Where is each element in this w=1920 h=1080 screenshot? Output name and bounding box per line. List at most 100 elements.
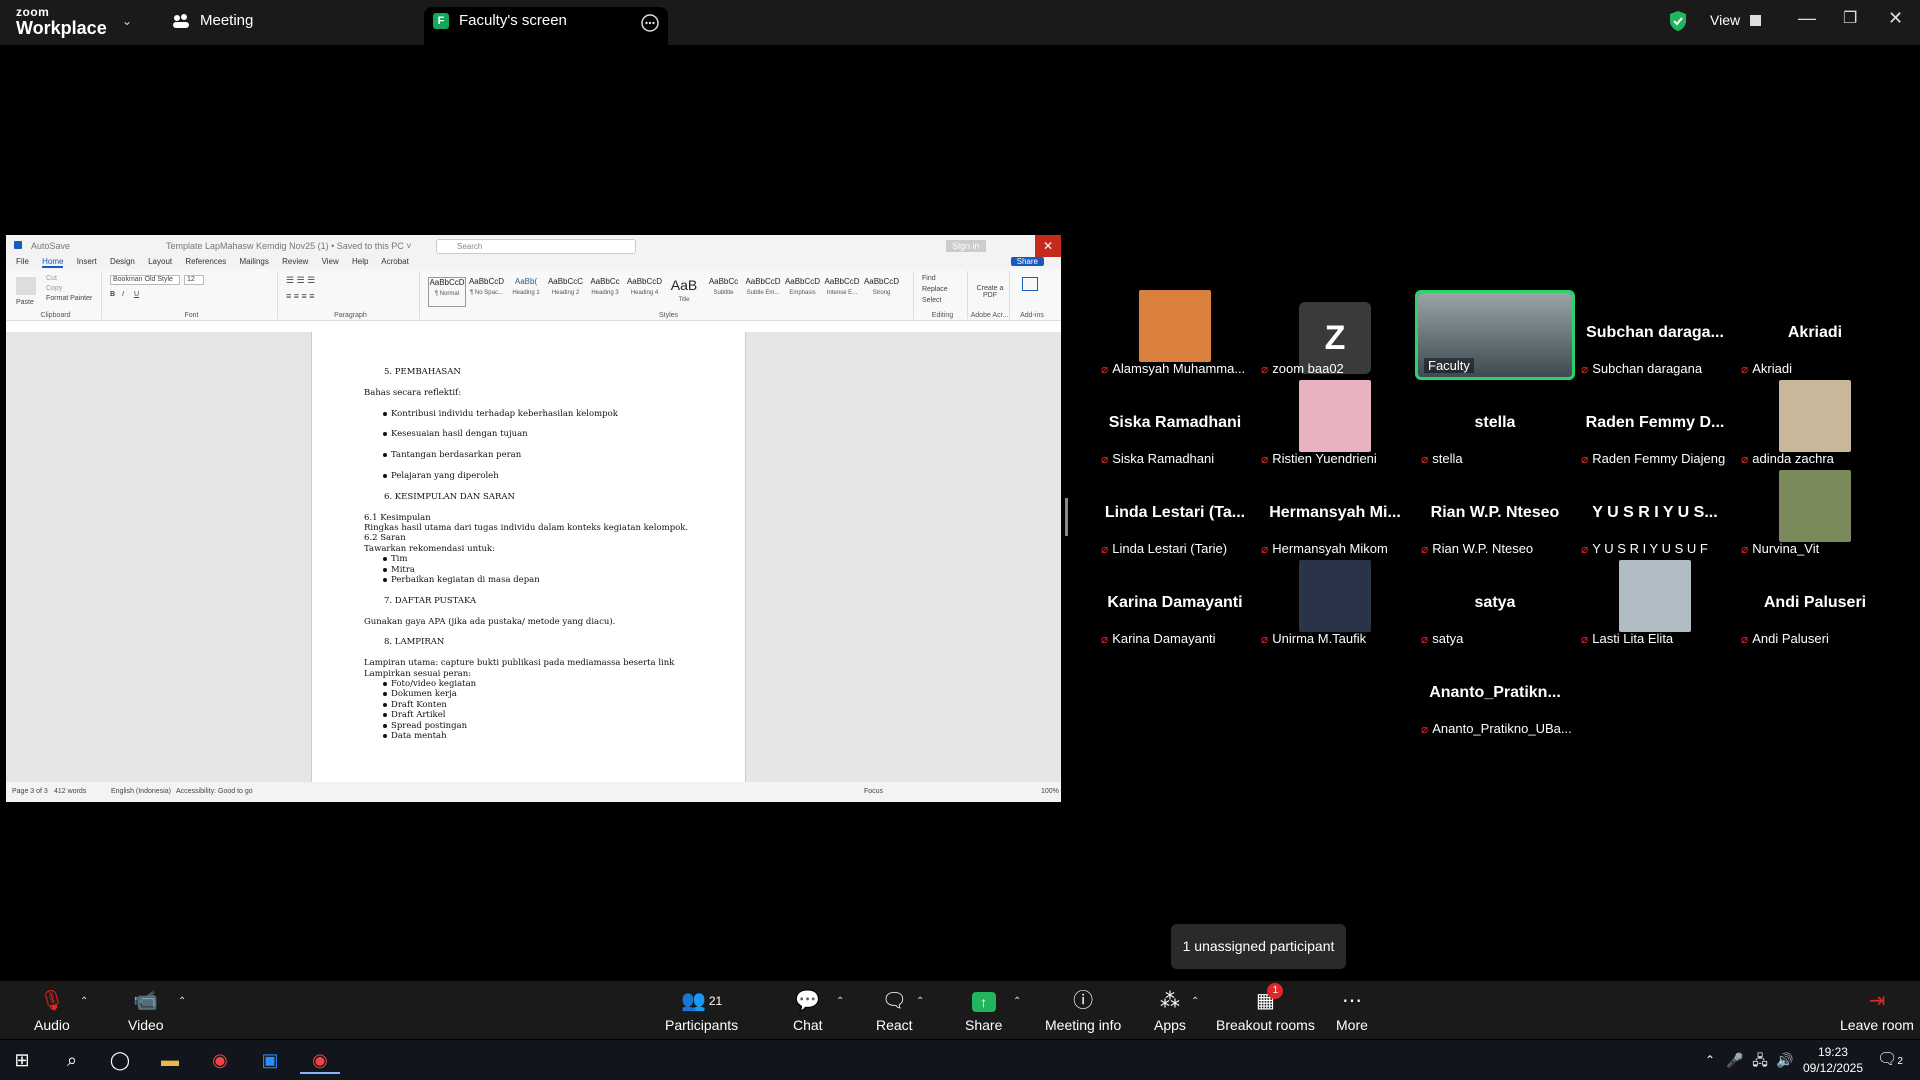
style-10[interactable]: AaBbCcD Intense E...: [823, 277, 861, 307]
participant-tile[interactable]: Y U S R I Y U S... ⌀ Y U S R I Y U S U F: [1575, 470, 1735, 560]
style-7[interactable]: AaBbCc Subtitle: [705, 277, 743, 307]
apps-options-caret-icon[interactable]: ⌃: [1191, 996, 1199, 1007]
style-6[interactable]: AaB Title: [665, 277, 703, 307]
accessibility-status[interactable]: Accessibility: Good to go: [176, 788, 253, 795]
video-button[interactable]: 📹 Video: [128, 989, 164, 1033]
zoom-app-icon[interactable]: ▣: [250, 1046, 290, 1074]
leave-room-button[interactable]: ⇥ Leave room: [1840, 989, 1914, 1033]
font-name-select[interactable]: Bookman Old Style: [110, 275, 180, 285]
participant-tile[interactable]: Linda Lestari (Ta... ⌀ Linda Lestari (Tari…: [1095, 470, 1255, 560]
meeting-info-button[interactable]: ⓘ Meeting info: [1045, 989, 1121, 1033]
share-button[interactable]: ↑ Share: [965, 989, 1002, 1033]
participant-tile[interactable]: ⌀ Alamsyah Muhamma...: [1095, 290, 1255, 380]
chrome-active-icon[interactable]: ◉: [300, 1046, 340, 1074]
shield-check-icon[interactable]: [1668, 10, 1688, 32]
participant-tile[interactable]: Akriadi ⌀ Akriadi: [1735, 290, 1895, 380]
participants-button[interactable]: 👥 21 Participants: [665, 989, 738, 1033]
tab-insert[interactable]: Insert: [77, 257, 97, 266]
word-close-icon[interactable]: ✕: [1035, 235, 1061, 257]
cut-button[interactable]: Cut: [46, 275, 57, 282]
tab-references[interactable]: References: [185, 257, 226, 266]
word-share-button[interactable]: Share: [1010, 257, 1044, 266]
audio-options-caret-icon[interactable]: ⌃: [80, 996, 88, 1007]
more-icon[interactable]: [641, 14, 659, 32]
participant-tile[interactable]: Siska Ramadhani ⌀ Siska Ramadhani: [1095, 380, 1255, 470]
style-5[interactable]: AaBbCcD Heading 4: [626, 277, 664, 307]
style-0[interactable]: AaBbCcD ¶ Normal: [428, 277, 466, 307]
document-page[interactable]: 5. PEMBAHASAN Bahas secara reflektif: Kont…: [311, 332, 746, 782]
maximize-icon[interactable]: ❐: [1843, 8, 1857, 28]
language-status[interactable]: English (Indonesia): [111, 788, 171, 795]
react-button[interactable]: 🗨 React: [876, 989, 913, 1033]
close-icon[interactable]: ✕: [1888, 8, 1903, 29]
meeting-tab[interactable]: Meeting: [172, 12, 253, 29]
tab-review[interactable]: Review: [282, 257, 308, 266]
participant-tile[interactable]: Karina Damayanti ⌀ Karina Damayanti: [1095, 560, 1255, 650]
select-button[interactable]: Select: [922, 297, 941, 304]
participant-tile[interactable]: Ananto_Pratikn... ⌀ Ananto_Pratikno_UBa...: [1415, 650, 1575, 740]
participant-tile[interactable]: ⌀ adinda zachra: [1735, 380, 1895, 470]
react-options-caret-icon[interactable]: ⌃: [916, 996, 924, 1007]
video-options-caret-icon[interactable]: ⌃: [178, 996, 186, 1007]
volume-icon[interactable]: 🔊: [1765, 1046, 1805, 1074]
tab-acrobat[interactable]: Acrobat: [381, 257, 409, 266]
chevron-down-icon[interactable]: ⌄: [122, 14, 132, 28]
create-pdf-button[interactable]: Create a PDF: [974, 285, 1006, 299]
chrome-icon[interactable]: ◉: [200, 1046, 240, 1074]
tab-layout[interactable]: Layout: [148, 257, 172, 266]
focus-button[interactable]: Focus: [864, 788, 883, 795]
audio-button[interactable]: 🎙 Audio: [34, 989, 70, 1033]
italic-icon[interactable]: I: [122, 291, 124, 298]
file-explorer-icon[interactable]: ▬: [150, 1046, 190, 1074]
style-8[interactable]: AaBbCcD Subtle Em...: [744, 277, 782, 307]
participant-tile[interactable]: Raden Femmy D... ⌀ Raden Femmy Diajeng: [1575, 380, 1735, 470]
participant-tile[interactable]: Andi Paluseri ⌀ Andi Paluseri: [1735, 560, 1895, 650]
participant-tile[interactable]: satya ⌀ satya: [1415, 560, 1575, 650]
participant-tile[interactable]: ⌀ Unirma M.Taufik: [1255, 560, 1415, 650]
tab-help[interactable]: Help: [352, 257, 368, 266]
participant-tile[interactable]: ⌀ Ristien Yuendrieni: [1255, 380, 1415, 470]
tab-view[interactable]: View: [322, 257, 339, 266]
style-9[interactable]: AaBbCcD Emphasis: [784, 277, 822, 307]
participant-tile[interactable]: Hermansyah Mi... ⌀ Hermansyah Mikom: [1255, 470, 1415, 560]
bold-icon[interactable]: B: [110, 291, 115, 298]
minimize-icon[interactable]: —: [1798, 8, 1816, 29]
search-icon[interactable]: ⌕: [52, 1046, 92, 1074]
style-11[interactable]: AaBbCcD Strong: [863, 277, 901, 307]
paste-button[interactable]: Paste: [16, 299, 34, 306]
participant-tile[interactable]: Z ⌀ zoom baa02: [1255, 290, 1415, 380]
taskbar-clock[interactable]: 19:23 09/12/2025: [1803, 1044, 1863, 1076]
split-resize-handle[interactable]: [1065, 498, 1068, 536]
sign-in-button[interactable]: Sign in: [946, 240, 986, 252]
font-size-select[interactable]: 12: [184, 275, 204, 285]
zoom-level[interactable]: 100%: [1041, 788, 1059, 795]
cortana-icon[interactable]: ◯: [100, 1046, 140, 1074]
breakout-rooms-button[interactable]: ▦ 1 Breakout rooms: [1216, 983, 1315, 1033]
style-4[interactable]: AaBbCc Heading 3: [586, 277, 624, 307]
share-tab-content[interactable]: F Faculty's screen: [433, 12, 567, 29]
format-painter-button[interactable]: Format Painter: [46, 295, 92, 302]
more-button[interactable]: ⋯ More: [1336, 989, 1368, 1033]
tab-design[interactable]: Design: [110, 257, 135, 266]
chat-button[interactable]: 💬 Chat: [793, 989, 823, 1033]
style-1[interactable]: AaBbCcD ¶ No Spac...: [468, 277, 506, 307]
windows-start-icon[interactable]: ⊞: [2, 1046, 42, 1074]
shared-screen[interactable]: AutoSave Template LapMahasw Kemdig Nov25…: [6, 235, 1061, 802]
participant-tile[interactable]: ⌀ Lasti Lita Elita: [1575, 560, 1735, 650]
bullets-icon[interactable]: ☰ ☰ ☰: [286, 275, 315, 286]
word-search[interactable]: Search: [436, 239, 636, 254]
addins-icon[interactable]: [1022, 277, 1038, 291]
replace-button[interactable]: Replace: [922, 286, 948, 293]
participant-tile[interactable]: Rian W.P. Nteseo ⌀ Rian W.P. Nteseo: [1415, 470, 1575, 560]
participant-tile[interactable]: stella ⌀ stella: [1415, 380, 1575, 470]
underline-icon[interactable]: U: [134, 291, 139, 298]
chat-options-caret-icon[interactable]: ⌃: [836, 996, 844, 1007]
tab-mailings[interactable]: Mailings: [240, 257, 269, 266]
participant-tile[interactable]: Faculty: [1415, 290, 1575, 380]
share-options-caret-icon[interactable]: ⌃: [1013, 996, 1021, 1007]
style-2[interactable]: AaBb(Heading 1: [507, 277, 545, 307]
tab-home[interactable]: Home: [42, 257, 64, 268]
style-3[interactable]: AaBbCcC Heading 2: [547, 277, 585, 307]
apps-button[interactable]: ⁂ Apps: [1154, 989, 1186, 1033]
view-button[interactable]: View: [1710, 12, 1762, 28]
